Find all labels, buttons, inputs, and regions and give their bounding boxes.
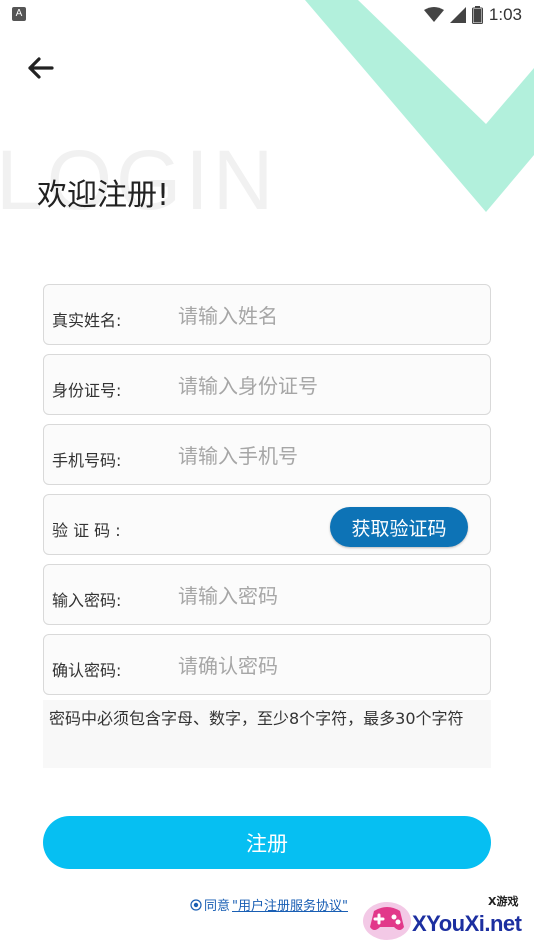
site-logo-name: XYouXi.net xyxy=(412,911,522,936)
battery-icon xyxy=(471,6,483,24)
back-button[interactable] xyxy=(24,52,60,84)
site-watermark-logo: X游戏 XYouXi.net xyxy=(360,893,530,945)
register-button[interactable]: 注册 xyxy=(43,816,491,869)
status-bar: A 1:03 xyxy=(0,0,534,30)
password-hint: 密码中必须包含字母、数字，至少8个字符，最多30个字符 xyxy=(43,700,491,768)
back-arrow-icon xyxy=(28,57,54,79)
site-logo-tag: X游戏 xyxy=(488,895,519,908)
notification-app-icon: A xyxy=(12,7,26,21)
id-number-field: 身份证号: xyxy=(43,354,491,415)
confirm-password-input[interactable] xyxy=(176,645,480,687)
agreement-prefix: 同意 xyxy=(204,899,231,914)
password-field: 输入密码: xyxy=(43,564,491,625)
password-input[interactable] xyxy=(176,575,480,617)
agreement-link[interactable]: "用户注册服务协议" xyxy=(232,895,348,914)
phone-input[interactable] xyxy=(176,435,480,477)
radio-icon[interactable] xyxy=(190,898,202,911)
wifi-icon xyxy=(423,7,444,22)
id-number-input[interactable] xyxy=(176,365,480,407)
signal-icon xyxy=(449,7,466,23)
verification-code-label: 验 证 码 : xyxy=(52,521,121,540)
verification-code-input[interactable] xyxy=(176,505,330,547)
status-time: 1:03 xyxy=(488,5,522,24)
phone-label: 手机号码: xyxy=(52,451,122,470)
confirm-password-field: 确认密码: xyxy=(43,634,491,695)
verification-code-field: 验 证 码 : 获取验证码 xyxy=(43,494,491,555)
status-icons: 1:03 xyxy=(423,4,522,26)
id-number-label: 身份证号: xyxy=(52,381,122,400)
name-field: 真实姓名: xyxy=(43,284,491,345)
confirm-password-label: 确认密码: xyxy=(52,661,122,680)
get-verification-code-button[interactable]: 获取验证码 xyxy=(330,507,468,547)
page-title: 欢迎注册! xyxy=(37,178,170,213)
password-label: 输入密码: xyxy=(52,591,122,610)
phone-field: 手机号码: xyxy=(43,424,491,485)
agreement-row: 同意 "用户注册服务协议" xyxy=(190,895,348,914)
name-label: 真实姓名: xyxy=(52,311,122,330)
gamepad-logo-icon xyxy=(363,902,411,940)
name-input[interactable] xyxy=(176,295,480,337)
